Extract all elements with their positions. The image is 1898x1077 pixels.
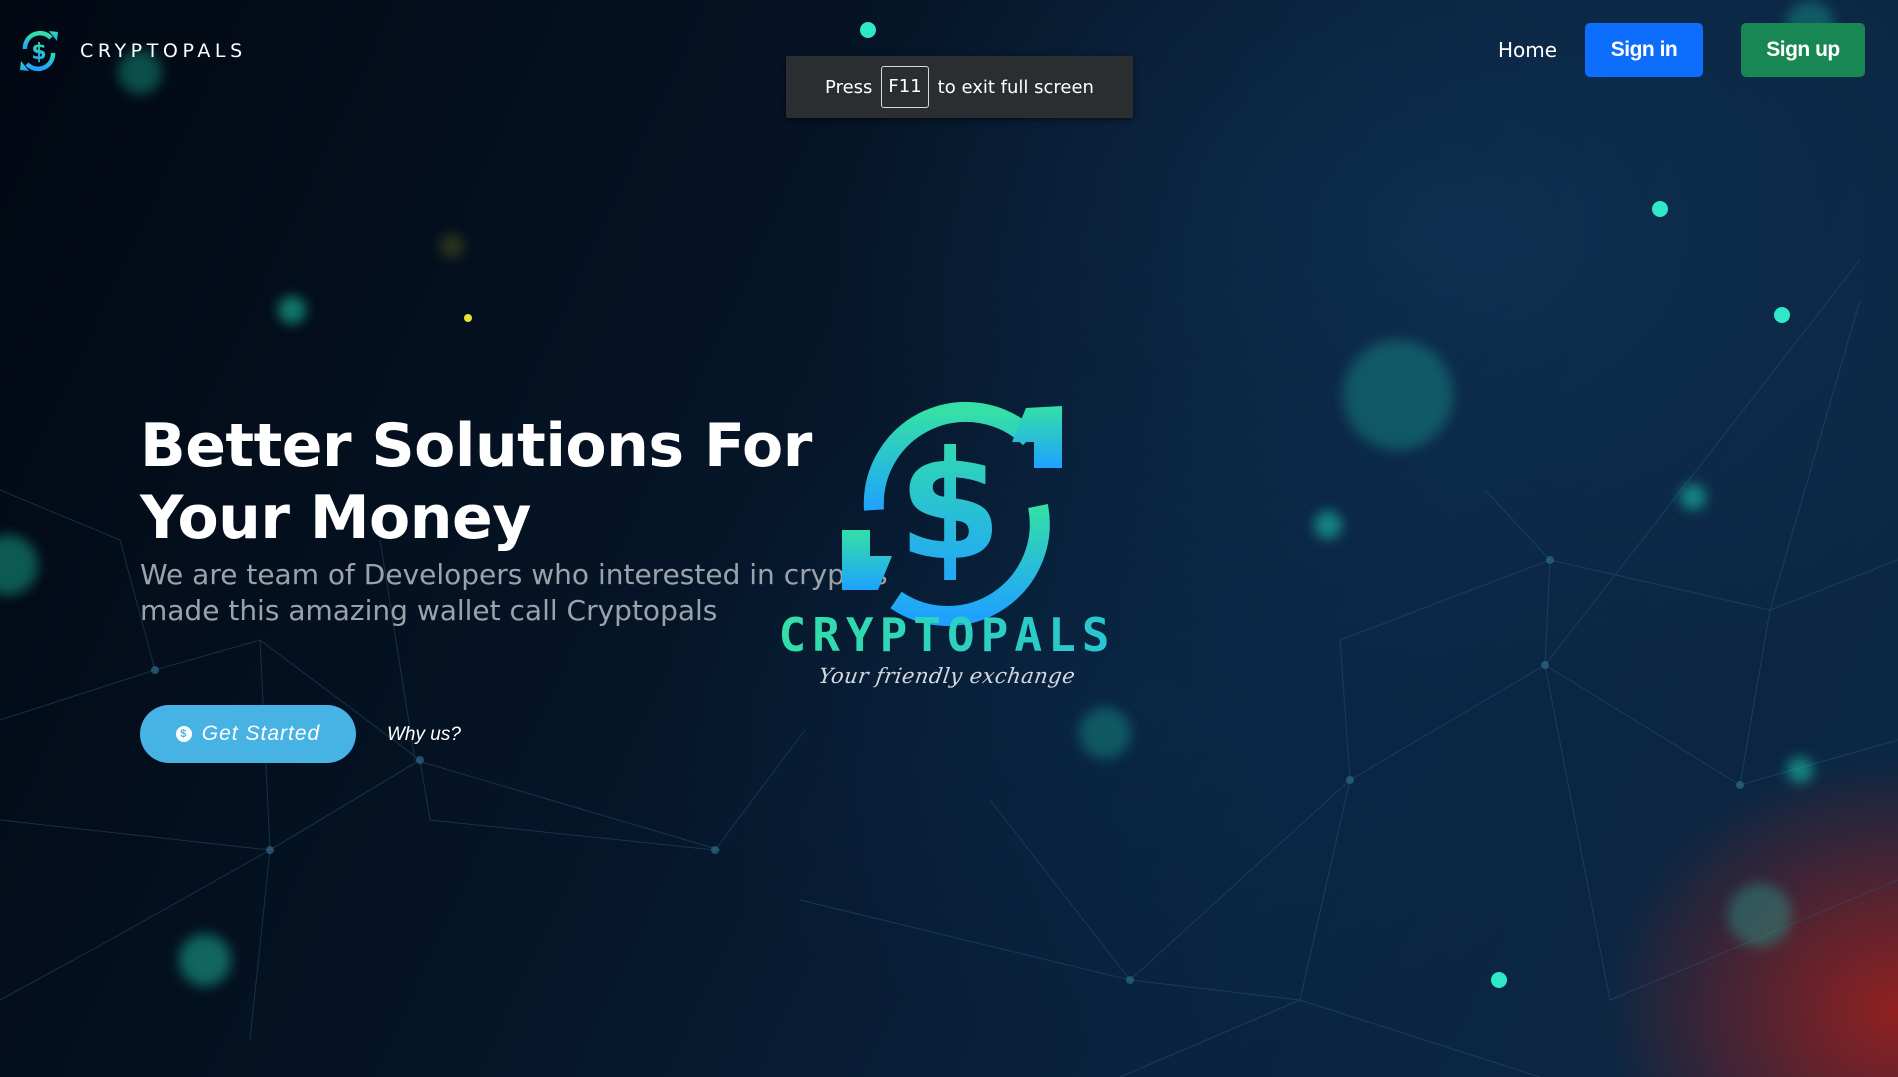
logo-wordmark: CRYPTOPALS bbox=[762, 608, 1132, 662]
fullscreen-toast: Press F11 to exit full screen bbox=[786, 56, 1133, 118]
svg-text:$: $ bbox=[31, 40, 46, 65]
svg-text:$: $ bbox=[898, 420, 1002, 594]
toast-press: Press bbox=[825, 76, 873, 98]
get-started-label: Get Started bbox=[201, 722, 321, 745]
get-started-button[interactable]: $ Get Started bbox=[140, 705, 356, 763]
top-nav: Home Sign in Sign up bbox=[1498, 23, 1865, 77]
toast-key: F11 bbox=[881, 66, 929, 108]
logo-tagline: Your friendly exchange bbox=[817, 664, 1077, 688]
sign-in-button[interactable]: Sign in bbox=[1585, 23, 1703, 77]
dollar-exchange-icon: $ bbox=[20, 30, 58, 72]
sign-up-button[interactable]: Sign up bbox=[1741, 23, 1865, 77]
toast-suffix: to exit full screen bbox=[937, 76, 1094, 98]
nav-home-link[interactable]: Home bbox=[1498, 38, 1557, 62]
brand-name: CRYPTOPALS bbox=[80, 40, 247, 62]
brand-logo[interactable]: $ CRYPTOPALS bbox=[14, 26, 247, 76]
coin-icon: $ bbox=[175, 726, 192, 742]
why-us-link[interactable]: Why us? bbox=[387, 724, 461, 746]
